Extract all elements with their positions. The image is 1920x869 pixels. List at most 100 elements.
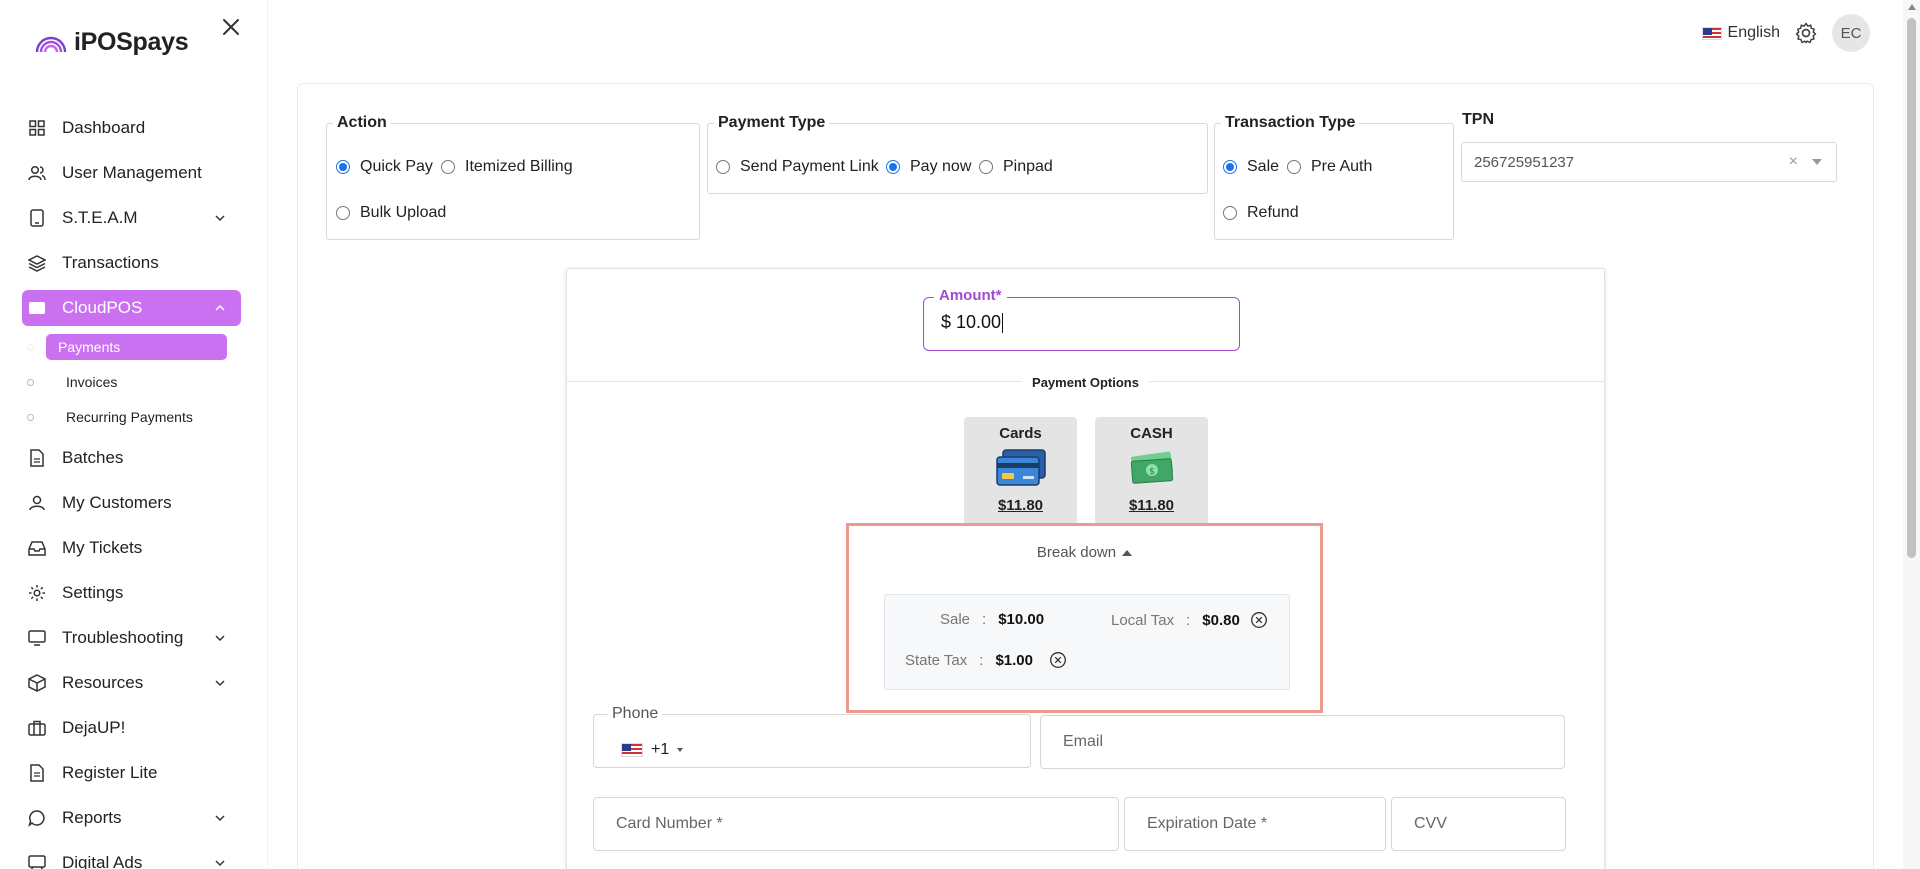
chevron-down-icon <box>677 748 684 752</box>
sidebar-subitem-recurring-payments[interactable]: Recurring Payments <box>22 404 241 430</box>
rainbow-logo-icon <box>35 36 67 52</box>
topbar-actions: English EC <box>1701 14 1870 52</box>
caret-up-icon <box>1122 550 1133 557</box>
chevron-down-icon[interactable] <box>1812 159 1822 165</box>
page-scrollbar[interactable] <box>1903 0 1920 869</box>
scrollbar-thumb[interactable] <box>1907 18 1916 558</box>
sidebar-item-dashboard[interactable]: Dashboard <box>22 110 241 146</box>
card-number-field[interactable]: Card Number * <box>593 797 1119 851</box>
close-sidebar-button[interactable] <box>218 14 244 40</box>
radio-itemized-billing[interactable]: Itemized Billing <box>441 158 573 176</box>
radio-icon <box>1223 160 1237 174</box>
remove-local-tax-icon[interactable] <box>1250 611 1268 629</box>
sidebar-item-my-tickets[interactable]: My Tickets <box>22 530 241 566</box>
amount-field[interactable]: Amount* $ 10.00 <box>923 287 1240 351</box>
radio-send-payment-link[interactable]: Send Payment Link <box>716 158 879 176</box>
language-selector[interactable]: English <box>1701 24 1780 42</box>
us-flag-icon <box>1701 26 1722 40</box>
tpn-value: 256725951237 <box>1474 153 1575 171</box>
radio-icon <box>979 160 993 174</box>
radio-label: Itemized Billing <box>465 158 573 175</box>
avatar[interactable]: EC <box>1832 14 1870 52</box>
bullet-icon <box>27 413 34 421</box>
country-code-selector[interactable]: +1 <box>621 741 684 759</box>
sidebar-item-reports[interactable]: Reports <box>22 800 241 836</box>
sidebar-item-user-management[interactable]: User Management <box>22 155 241 191</box>
scroll-up-icon[interactable] <box>1908 4 1916 10</box>
amount-label: Amount* <box>934 287 1007 304</box>
amount-value: $ 10.00 <box>941 312 1004 334</box>
payment-option-cash[interactable]: CASH $ $11.80 <box>1095 417 1208 525</box>
sidebar-subitem-invoices[interactable]: Invoices <box>22 369 241 395</box>
gear-icon[interactable] <box>1794 21 1818 45</box>
payment-option-cards[interactable]: Cards $11.80 <box>964 417 1077 525</box>
chevron-down-icon <box>215 635 225 642</box>
payment-options-label: Payment Options <box>1022 375 1149 390</box>
tpn-label: TPN <box>1462 111 1494 128</box>
phone-label: Phone <box>612 705 659 722</box>
state-tax-value: $1.00 <box>995 651 1033 669</box>
sidebar-item-label: Reports <box>62 808 122 827</box>
sidebar-item-dejaup[interactable]: DejaUP! <box>22 710 241 746</box>
radio-sale[interactable]: Sale <box>1223 158 1279 176</box>
clear-icon[interactable]: × <box>1789 153 1798 171</box>
grid-icon <box>27 118 47 138</box>
radio-pinpad[interactable]: Pinpad <box>979 158 1053 176</box>
breakdown-local-tax-row: Local Tax : $0.80 <box>1111 611 1268 629</box>
sidebar-item-my-customers[interactable]: My Customers <box>22 485 241 521</box>
cash-icon: $ <box>1130 451 1173 484</box>
separator: : <box>979 651 984 669</box>
payment-panel: Amount* $ 10.00 Payment Options Cards $1… <box>566 268 1605 869</box>
sidebar-item-resources[interactable]: Resources <box>22 665 241 701</box>
sale-value: $10.00 <box>998 611 1045 628</box>
layers-icon <box>27 253 47 273</box>
sidebar-item-settings[interactable]: Settings <box>22 575 241 611</box>
file-icon <box>27 448 47 468</box>
cvv-field[interactable]: CVV <box>1391 797 1566 851</box>
chevron-down-icon <box>215 860 225 867</box>
radio-label: Refund <box>1247 204 1299 221</box>
credit-card-icon <box>995 449 1046 486</box>
radio-bulk-upload[interactable]: Bulk Upload <box>336 204 446 222</box>
expiration-date-field[interactable]: Expiration Date * <box>1124 797 1386 851</box>
radio-refund[interactable]: Refund <box>1223 204 1299 222</box>
window-icon <box>27 298 47 318</box>
remove-state-tax-icon[interactable] <box>1049 651 1067 669</box>
radio-label: Pre Auth <box>1311 158 1373 175</box>
display-icon <box>27 853 47 869</box>
sidebar-item-troubleshooting[interactable]: Troubleshooting <box>22 620 241 656</box>
email-field[interactable]: Email <box>1040 715 1565 769</box>
sidebar-item-label: Register Lite <box>62 763 158 782</box>
users-icon <box>27 163 47 183</box>
sidebar-item-cloudpos[interactable]: CloudPOS <box>22 290 241 326</box>
breakdown-highlight: Break down Sale : $10.00 Local Tax : $0.… <box>846 523 1323 713</box>
sidebar-subitem-label: Payments <box>46 334 227 360</box>
sidebar-item-batches[interactable]: Batches <box>22 440 241 476</box>
sidebar-item-digital-ads[interactable]: Digital Ads <box>22 845 241 869</box>
brand-logo[interactable]: iPOSpays <box>34 28 189 57</box>
sidebar-subitem-payments[interactable]: Payments <box>22 334 241 360</box>
sidebar-item-label: S.T.E.A.M <box>62 208 138 227</box>
sidebar-item-register-lite[interactable]: Register Lite <box>22 755 241 791</box>
tpn-select[interactable]: 256725951237 × <box>1461 142 1837 182</box>
action-legend: Action <box>337 114 387 131</box>
chevron-down-icon <box>215 215 225 222</box>
sidebar: iPOSpays Dashboard User Management S.T.E… <box>0 0 268 869</box>
local-tax-label: Local Tax <box>1111 611 1175 629</box>
breakdown-toggle[interactable]: Break down <box>849 544 1320 561</box>
sidebar-item-transactions[interactable]: Transactions <box>22 245 241 281</box>
sidebar-item-label: My Customers <box>62 493 172 512</box>
sidebar-item-label: Transactions <box>62 253 159 272</box>
payment-options-title: Payment Options <box>567 374 1604 392</box>
sidebar-item-label: User Management <box>62 163 202 182</box>
radio-label: Pinpad <box>1003 158 1053 175</box>
radio-pay-now[interactable]: Pay now <box>886 158 971 176</box>
text-cursor <box>1002 313 1004 334</box>
radio-label: Pay now <box>910 158 972 175</box>
radio-icon <box>886 160 900 174</box>
sidebar-item-steam[interactable]: S.T.E.A.M <box>22 200 241 236</box>
sidebar-item-label: Settings <box>62 583 124 602</box>
brand-name: iPOSpays <box>74 28 189 56</box>
radio-quick-pay[interactable]: Quick Pay <box>336 158 433 176</box>
radio-pre-auth[interactable]: Pre Auth <box>1287 158 1372 176</box>
